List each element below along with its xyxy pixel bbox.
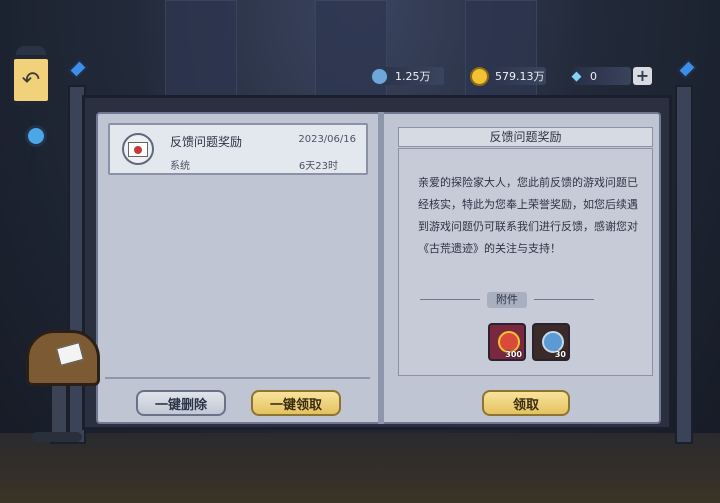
back-arrow-icon: ↶ — [21, 67, 41, 93]
attachment-quantity: 30 — [554, 350, 566, 359]
attachment-item[interactable]: 300 — [488, 323, 526, 361]
blue-coin-value: 1.25万 — [395, 70, 431, 83]
mailbox-base — [32, 432, 82, 442]
attachment-item[interactable]: 30 — [532, 323, 570, 361]
blue-coin-icon — [370, 66, 389, 86]
add-diamond-button[interactable]: + — [633, 67, 652, 85]
divider — [420, 299, 480, 300]
claim-button[interactable]: 领取 — [482, 390, 570, 416]
attachments-label: 附件 — [487, 292, 527, 308]
resource-gold-coin: 579.13万 — [470, 66, 546, 86]
detail-title: 反馈问题奖励 — [398, 127, 653, 147]
diamond-value: 0 — [590, 69, 597, 83]
mail-item-sender: 系统 — [170, 161, 190, 172]
gold-coin-value: 579.13万 — [495, 70, 545, 83]
detail-message: 亲爱的探险家大人，您此前反馈的游戏问题已经核实，特此为您奉上荣誉奖励，如您后续遇… — [418, 176, 638, 255]
book-spine — [378, 112, 384, 424]
resource-diamond: ◆ 0 — [572, 67, 631, 85]
background-banner — [315, 0, 387, 102]
divider — [105, 377, 370, 379]
mail-item-date: 2023/06/16 — [298, 134, 356, 145]
mail-item-expiry: 6天23时 — [298, 161, 338, 172]
attachment-quantity: 300 — [505, 350, 522, 359]
back-button[interactable]: ↶ — [10, 55, 52, 105]
lantern-orb — [25, 125, 47, 147]
mail-envelope-icon — [122, 133, 154, 165]
divider — [534, 299, 594, 300]
background-banner — [165, 0, 237, 102]
background-banner — [465, 0, 537, 102]
delete-all-button[interactable]: 一键删除 — [136, 390, 226, 416]
background-floor — [0, 433, 720, 503]
frame-pillar-right — [675, 85, 693, 444]
claim-all-button[interactable]: 一键领取 — [251, 390, 341, 416]
resource-blue-coin: 1.25万 — [370, 66, 444, 86]
diamond-icon: ◆ — [571, 68, 582, 84]
mail-item-title: 反馈问题奖励 — [170, 135, 243, 149]
gold-coin-icon — [470, 66, 489, 86]
mail-list-item[interactable]: 反馈问题奖励 2023/06/16 系统 6天23时 — [108, 123, 368, 175]
